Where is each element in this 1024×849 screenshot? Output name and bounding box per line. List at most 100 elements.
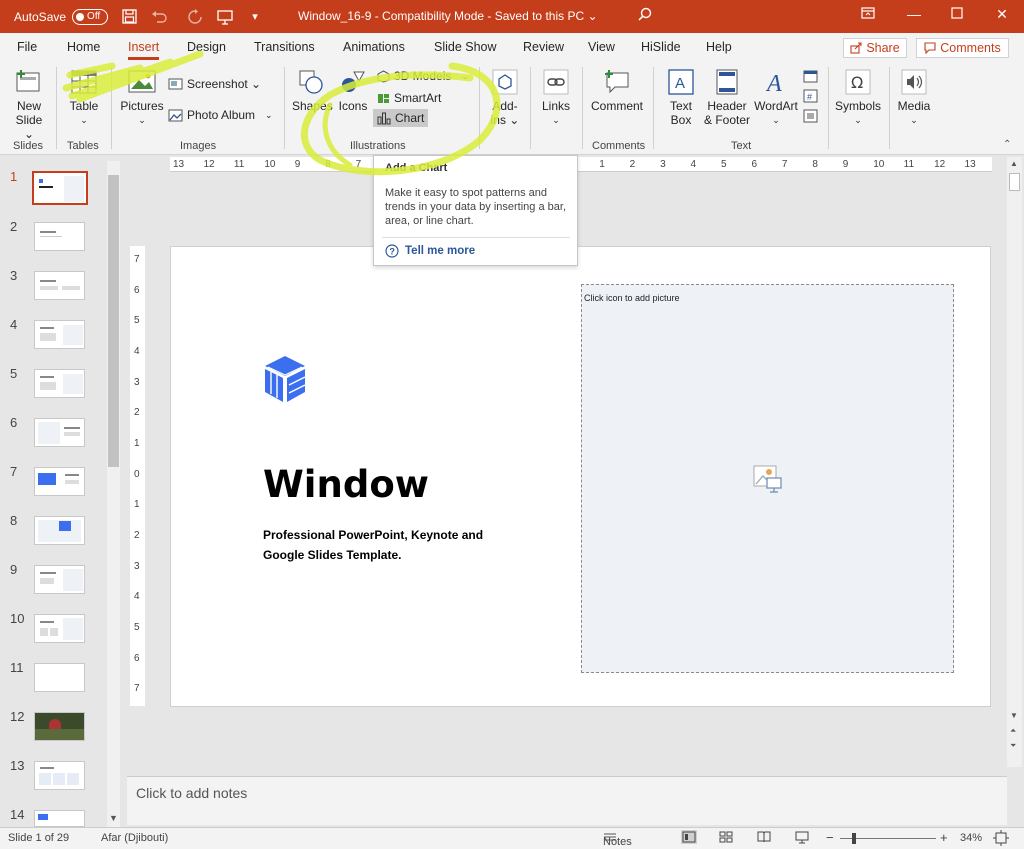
tab-view[interactable]: View — [588, 40, 615, 54]
slide-thumbnail-2[interactable] — [34, 222, 85, 251]
document-title: Window_16-9 - Compatibility Mode - Saved… — [298, 9, 598, 23]
slide-subtitle[interactable]: Professional PowerPoint, Keynote and Goo… — [263, 525, 503, 565]
ruler-tick-label: 2 — [629, 159, 636, 170]
normal-view-icon[interactable] — [681, 830, 697, 847]
search-icon[interactable] — [638, 7, 652, 24]
slide-thumbnail-8[interactable] — [34, 516, 85, 545]
pictures-button[interactable]: Pictures ⌄ — [120, 69, 164, 127]
tab-animations[interactable]: Animations — [343, 40, 405, 54]
slide-title[interactable]: Window — [263, 463, 429, 506]
table-button[interactable]: Table ⌄ — [66, 69, 102, 127]
undo-icon[interactable] — [150, 8, 168, 26]
tab-home[interactable]: Home — [67, 40, 100, 54]
slide-canvas[interactable]: Window Professional PowerPoint, Keynote … — [170, 246, 991, 707]
object-icon[interactable] — [803, 109, 818, 126]
insert-picture-icon[interactable] — [753, 465, 783, 496]
slide-thumbnail-13[interactable] — [34, 761, 85, 790]
thumb-number: 12 — [10, 709, 25, 724]
picture-placeholder[interactable]: Click icon to add picture — [581, 284, 954, 673]
maximize-icon[interactable] — [947, 6, 967, 22]
redo-icon[interactable] — [186, 8, 204, 26]
chart-button[interactable]: Chart — [373, 109, 429, 127]
slide-thumbnail-4[interactable] — [34, 320, 85, 349]
next-slide-icon[interactable]: ⏷ — [1010, 741, 1016, 751]
tab-design[interactable]: Design — [187, 40, 226, 54]
tell-me-more-label: Tell me more — [405, 245, 476, 257]
thumbnail-scroll-down-icon[interactable]: ▼ — [109, 813, 118, 823]
notes-placeholder: Click to add notes — [136, 785, 248, 801]
slide-thumbnail-3[interactable] — [34, 271, 85, 300]
slideshow-view-icon[interactable] — [795, 831, 809, 847]
notes-pane[interactable]: Click to add notes — [127, 776, 1007, 825]
ruler-tick-label: 7 — [781, 159, 788, 170]
horizontal-ruler: 13121110987654321012345678910111213 — [170, 157, 992, 172]
slide-thumbnail-1[interactable] — [32, 171, 88, 205]
customize-icon[interactable]: ▾ — [246, 8, 264, 26]
previous-slide-icon[interactable]: ⏶ — [1010, 726, 1016, 736]
new-slide-button[interactable]: New Slide ⌄ — [10, 69, 48, 141]
shapes-button[interactable]: Shapes — [292, 69, 333, 113]
slide-thumbnail-14[interactable] — [34, 810, 85, 827]
tab-file[interactable]: File — [17, 40, 37, 54]
close-icon[interactable]: ✕ — [992, 6, 1012, 23]
minimize-icon[interactable]: — — [904, 6, 924, 22]
autosave-control[interactable]: AutoSave Off — [14, 8, 109, 25]
text-box-button[interactable]: A Text Box — [664, 69, 698, 127]
zoom-out-icon[interactable]: − — [826, 830, 834, 845]
header-footer-button[interactable]: Header & Footer — [702, 69, 752, 127]
slide-scrollbar[interactable]: ▲ ▼ ⏶ ⏷ — [1007, 157, 1022, 767]
slide-thumbnail-6[interactable] — [34, 418, 85, 447]
tab-help[interactable]: Help — [706, 40, 732, 54]
screenshot-button[interactable]: Screenshot ⌄ — [168, 77, 261, 91]
scroll-down-icon[interactable]: ▼ — [1010, 711, 1018, 720]
comments-button[interactable]: Comments — [916, 38, 1009, 58]
scrollbar-thumb[interactable] — [1009, 173, 1020, 191]
svg-text:?: ? — [389, 247, 395, 257]
add-ins-button[interactable]: Add- ins ⌄ — [487, 69, 523, 127]
slide-thumbnail-12[interactable] — [34, 712, 85, 741]
zoom-slider-thumb[interactable] — [852, 833, 856, 844]
tab-insert[interactable]: Insert — [128, 40, 160, 60]
tab-transitions[interactable]: Transitions — [254, 40, 315, 54]
symbols-button[interactable]: Ω Symbols ⌄ — [835, 69, 881, 127]
photo-album-button[interactable]: Photo Album ⌄ — [168, 108, 273, 122]
cube-icon — [377, 69, 390, 83]
scroll-up-icon[interactable]: ▲ — [1010, 159, 1018, 168]
comment-button[interactable]: Comment — [589, 69, 645, 113]
notes-button[interactable]: Notes — [603, 832, 632, 848]
tab-hislide[interactable]: HiSlide — [641, 40, 681, 54]
links-button[interactable]: Links ⌄ — [538, 69, 574, 127]
fit-slide-icon[interactable] — [993, 830, 1009, 849]
media-button[interactable]: Media ⌄ — [896, 69, 932, 127]
tab-review[interactable]: Review — [523, 40, 564, 54]
3d-models-button[interactable]: 3D Models ⌄ — [377, 69, 469, 83]
ribbon-separator — [479, 67, 480, 149]
date-time-icon[interactable] — [803, 69, 818, 86]
slide-thumbnail-10[interactable] — [34, 614, 85, 643]
smartart-button[interactable]: SmartArt — [377, 91, 441, 105]
tab-slide-show[interactable]: Slide Show — [434, 40, 497, 54]
comment-label: Comment — [590, 99, 643, 113]
zoom-in-icon[interactable]: + — [940, 830, 948, 845]
collapse-ribbon-icon[interactable]: ⌃ — [1003, 139, 1011, 150]
wordart-button[interactable]: A WordArt ⌄ — [752, 69, 800, 127]
screenshot-label: Screenshot ⌄ — [187, 77, 262, 91]
slide-thumbnail-5[interactable] — [34, 369, 85, 398]
zoom-level[interactable]: 34% — [960, 832, 982, 844]
slide-thumbnail-11[interactable] — [34, 663, 85, 692]
autosave-toggle[interactable]: Off — [72, 8, 109, 25]
slide-thumbnail-7[interactable] — [34, 467, 85, 496]
slide-sorter-icon[interactable] — [719, 831, 733, 846]
present-icon[interactable] — [216, 8, 234, 26]
group-illustrations: Illustrations — [350, 140, 406, 152]
icons-button[interactable]: Icons — [336, 69, 370, 113]
save-icon[interactable] — [120, 8, 138, 26]
thumbnail-scrollbar-thumb[interactable] — [108, 175, 119, 467]
share-button[interactable]: Share — [843, 38, 907, 58]
language-indicator[interactable]: Afar (Djibouti) — [101, 832, 168, 844]
slide-number-icon[interactable]: # — [803, 89, 818, 106]
ribbon-display-icon[interactable] — [858, 6, 878, 23]
slide-thumbnail-9[interactable] — [34, 565, 85, 594]
reading-view-icon[interactable] — [757, 831, 771, 846]
tell-me-more-link[interactable]: ? Tell me more — [385, 244, 475, 258]
